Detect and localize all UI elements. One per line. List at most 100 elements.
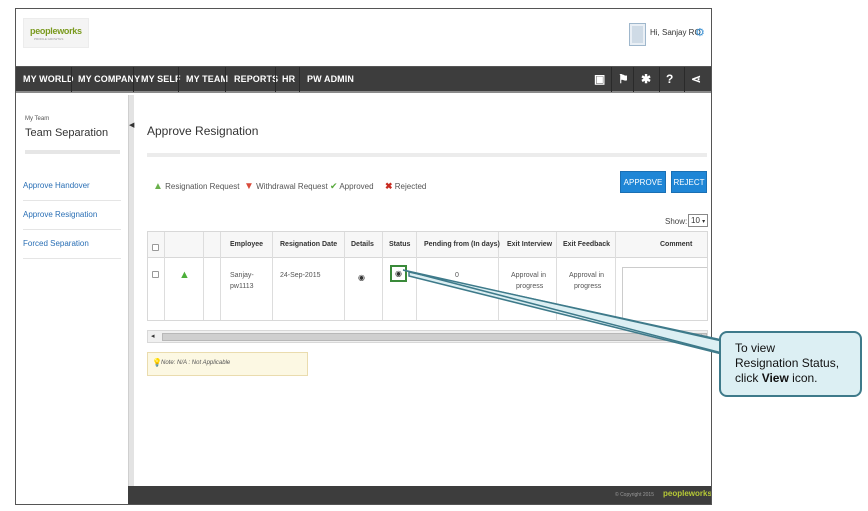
callout-line-1: To view <box>735 341 776 355</box>
column-divider <box>382 232 383 320</box>
book-icon[interactable]: ▣ <box>594 72 605 86</box>
exit-interview-line-1: Approval in <box>511 272 547 279</box>
user-greeting[interactable]: Hi, Sanjay RO <box>650 28 701 37</box>
sidebar-item-approve-resignation[interactable]: Approve Resignation <box>23 210 97 219</box>
sidebar-item-forced-separation[interactable]: Forced Separation <box>23 239 89 248</box>
nav-my-company[interactable]: MY COMPANY <box>78 74 140 84</box>
page-size-select[interactable]: 10 ▾ <box>688 214 708 227</box>
employee-line-2: pw1113 <box>230 283 254 290</box>
status-view-button[interactable]: ◉ <box>390 265 407 282</box>
scrollbar-thumb[interactable] <box>162 333 707 341</box>
chevron-down-icon: ▾ <box>702 219 706 225</box>
scroll-left-icon[interactable]: ◂ <box>151 332 155 340</box>
legend-label: Rejected <box>394 182 427 191</box>
title-divider <box>147 153 707 157</box>
col-employee[interactable]: Employee <box>230 241 263 248</box>
thumbs-up-icon: ▲ <box>153 181 163 192</box>
details-view-icon[interactable]: ◉ <box>358 273 365 282</box>
note-box: 💡 Note: N/A : Not Applicable <box>147 352 308 376</box>
nav-divider <box>611 67 612 92</box>
nav-divider <box>275 67 276 92</box>
page-size-label: Show: <box>665 217 688 226</box>
share-icon[interactable]: ⋖ <box>691 72 701 86</box>
col-status: Status <box>389 241 411 248</box>
column-divider <box>164 232 165 320</box>
eye-icon: ◉ <box>395 269 402 278</box>
main-nav: MY WORLD MY COMPANY MY SELF MY TEAM REPO… <box>16 66 711 93</box>
sidebar-collapse-bar[interactable] <box>128 95 134 495</box>
nav-divider <box>133 67 134 92</box>
thumbs-up-icon: ▲ <box>179 269 190 281</box>
nav-divider <box>299 67 300 92</box>
page-size-value: 10 <box>691 216 700 225</box>
app-window: peopleworks PROFILE GROWTHS Hi, Sanjay R… <box>15 8 712 505</box>
nav-reports[interactable]: REPORTS <box>234 74 278 84</box>
cross-icon: ✖ <box>385 181 393 191</box>
approve-button[interactable]: APPROVE <box>620 171 666 193</box>
reject-button[interactable]: REJECT <box>671 171 707 193</box>
page-title: Approve Resignation <box>147 124 259 138</box>
tools-icon[interactable]: ✱ <box>641 72 651 86</box>
sidebar-item-approve-handover[interactable]: Approve Handover <box>23 181 90 190</box>
resignation-date-cell: 24-Sep-2015 <box>280 272 321 279</box>
nav-my-team[interactable]: MY TEAM <box>186 74 228 84</box>
col-exit-feedback: Exit Feedback <box>563 241 611 248</box>
nav-hr[interactable]: HR <box>282 74 295 84</box>
sidebar-title: Team Separation <box>25 127 109 139</box>
nav-divider <box>178 67 179 92</box>
column-divider <box>556 232 557 320</box>
legend-label: Resignation Request <box>165 182 240 191</box>
scroll-right-icon[interactable]: ▸ <box>701 332 705 340</box>
sidebar-separator <box>23 258 121 259</box>
col-details: Details <box>351 241 374 248</box>
flag-icon[interactable]: ⚑ <box>618 72 629 86</box>
stage: peopleworks PROFILE GROWTHS Hi, Sanjay R… <box>0 0 868 511</box>
pending-from-cell: 0 <box>455 272 459 279</box>
col-pending-from: Pending from (In days) <box>424 241 500 248</box>
sidebar-separator <box>23 229 121 230</box>
column-divider <box>615 232 616 320</box>
select-all-checkbox[interactable] <box>152 244 159 251</box>
check-icon: ✔ <box>330 181 338 191</box>
table-horizontal-scrollbar[interactable]: ◂ ▸ <box>147 330 708 343</box>
column-divider <box>203 232 204 320</box>
footer: © Copyright 2015 peopleworks <box>128 486 711 504</box>
top-header: peopleworks PROFILE GROWTHS Hi, Sanjay R… <box>16 9 711 66</box>
nav-my-self[interactable]: MY SELF <box>141 74 181 84</box>
col-exit-interview: Exit Interview <box>507 241 553 248</box>
column-divider <box>416 232 417 320</box>
avatar[interactable] <box>629 23 646 46</box>
logo-text: peopleworks <box>30 26 82 36</box>
help-icon[interactable]: ? <box>666 72 673 86</box>
chevron-left-icon[interactable]: ◀ <box>129 121 134 129</box>
row-checkbox[interactable] <box>152 271 159 278</box>
callout-line-3-bold: View <box>761 371 789 385</box>
thumbs-down-icon: ▼ <box>244 181 254 192</box>
avatar-silhouette <box>632 26 643 43</box>
column-divider <box>220 232 221 320</box>
sidebar-separator <box>23 200 121 201</box>
legend-label: Approved <box>339 182 374 191</box>
exit-feedback-line-1: Approval in <box>569 272 605 279</box>
nav-divider <box>71 67 72 92</box>
callout-text: To view Resignation Status, click View i… <box>735 341 839 386</box>
resignation-table: Employee Resignation Date Details Status… <box>147 231 708 321</box>
note-text: Note: N/A : Not Applicable <box>161 360 231 366</box>
callout-line-2: Resignation Status, <box>735 356 840 370</box>
gear-icon[interactable]: ⚙ <box>695 26 705 39</box>
legend-resignation-request: ▲ Resignation Request <box>153 181 239 192</box>
footer-logo: peopleworks <box>663 489 712 498</box>
nav-my-world[interactable]: MY WORLD <box>23 74 74 84</box>
nav-divider <box>225 67 226 92</box>
nav-divider <box>684 67 685 92</box>
sidebar-subtitle: My Team <box>25 116 50 122</box>
callout-line-3-suffix: icon. <box>792 371 818 385</box>
nav-divider <box>633 67 634 92</box>
footer-copyright: © Copyright 2015 <box>615 492 654 498</box>
nav-pw-admin[interactable]: PW ADMIN <box>307 74 354 84</box>
col-resignation-date[interactable]: Resignation Date <box>280 241 337 248</box>
comment-textarea[interactable] <box>622 267 707 320</box>
tooltip-callout: To view Resignation Status, click View i… <box>719 331 862 397</box>
col-comment: Comment <box>660 241 693 248</box>
brand-logo[interactable]: peopleworks PROFILE GROWTHS <box>23 18 89 48</box>
